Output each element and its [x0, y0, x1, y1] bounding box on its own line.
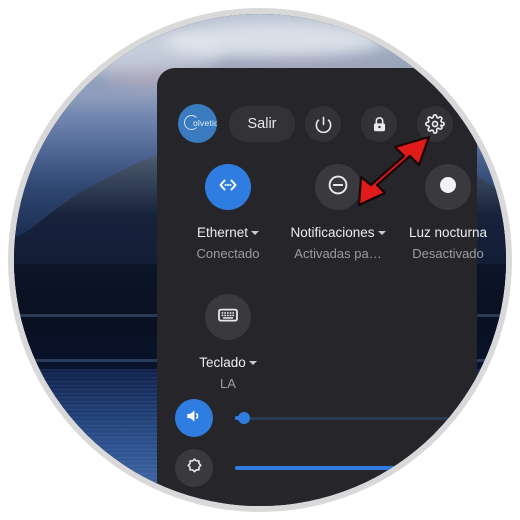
brightness-slider-fill: [235, 466, 465, 470]
brightness-icon: [184, 455, 205, 481]
tile-luz-nocturna: Luz nocturna Desactivado: [395, 164, 501, 261]
date-label: mar., 27 de oct.: [178, 505, 271, 506]
volume-slider-rail: [235, 417, 465, 420]
brightness-button[interactable]: [175, 449, 213, 487]
wallpaper-cloud: [34, 84, 174, 104]
avatar-label: olvetic: [193, 118, 217, 128]
quick-settings-top-row: olvetic Salir: [157, 104, 477, 144]
chevron-down-icon[interactable]: [248, 361, 257, 366]
tile-notificaciones-status: Activadas pa…: [294, 246, 382, 261]
keyboard-icon: [216, 303, 240, 332]
wallpaper-cloud: [164, 22, 384, 58]
tile-teclado: Teclado LA: [175, 294, 281, 391]
sign-out-button[interactable]: Salir: [229, 106, 295, 142]
tile-luz-nocturna-label: Luz nocturna: [408, 225, 488, 240]
brightness-slider[interactable]: [235, 458, 465, 478]
settings-button[interactable]: [417, 106, 453, 142]
volume-slider-row: [175, 398, 465, 438]
chevron-down-icon[interactable]: [377, 231, 386, 236]
power-icon: [314, 115, 333, 134]
lock-icon: [370, 115, 389, 134]
avatar[interactable]: olvetic: [178, 104, 217, 143]
circular-viewport: olvetic Salir Ethernet Conectado Notific…: [14, 14, 506, 506]
tile-notificaciones-label: Notificaciones: [285, 225, 391, 240]
tile-teclado-button[interactable]: [205, 294, 251, 340]
screenshot-stage: olvetic Salir Ethernet Conectado Notific…: [0, 0, 520, 520]
tile-teclado-label: Teclado: [175, 355, 281, 370]
tile-teclado-status: LA: [220, 376, 236, 391]
brightness-slider-row: [175, 448, 465, 488]
gear-icon: [425, 114, 445, 134]
volume-icon: [184, 406, 204, 431]
tile-ethernet: Ethernet Conectado: [175, 164, 281, 261]
chevron-down-icon[interactable]: [251, 231, 260, 236]
do-not-disturb-icon: [326, 173, 350, 202]
lock-button[interactable]: [361, 106, 397, 142]
tile-ethernet-label: Ethernet: [175, 225, 281, 240]
volume-button[interactable]: [175, 399, 213, 437]
tile-ethernet-button[interactable]: [205, 164, 251, 210]
ethernet-icon: [216, 173, 240, 202]
night-light-icon: [436, 173, 460, 202]
tile-notificaciones-button[interactable]: [315, 164, 361, 210]
tile-luz-nocturna-status: Desactivado: [412, 246, 484, 261]
tile-ethernet-status: Conectado: [196, 246, 260, 261]
volume-slider-thumb[interactable]: [238, 412, 251, 424]
volume-slider[interactable]: [235, 408, 465, 428]
power-button[interactable]: [305, 106, 341, 142]
quick-settings-panel: olvetic Salir Ethernet Conectado Notific…: [157, 68, 487, 506]
tile-luz-nocturna-button[interactable]: [425, 164, 471, 210]
tile-notificaciones: Notificaciones Activadas pa…: [285, 164, 391, 261]
